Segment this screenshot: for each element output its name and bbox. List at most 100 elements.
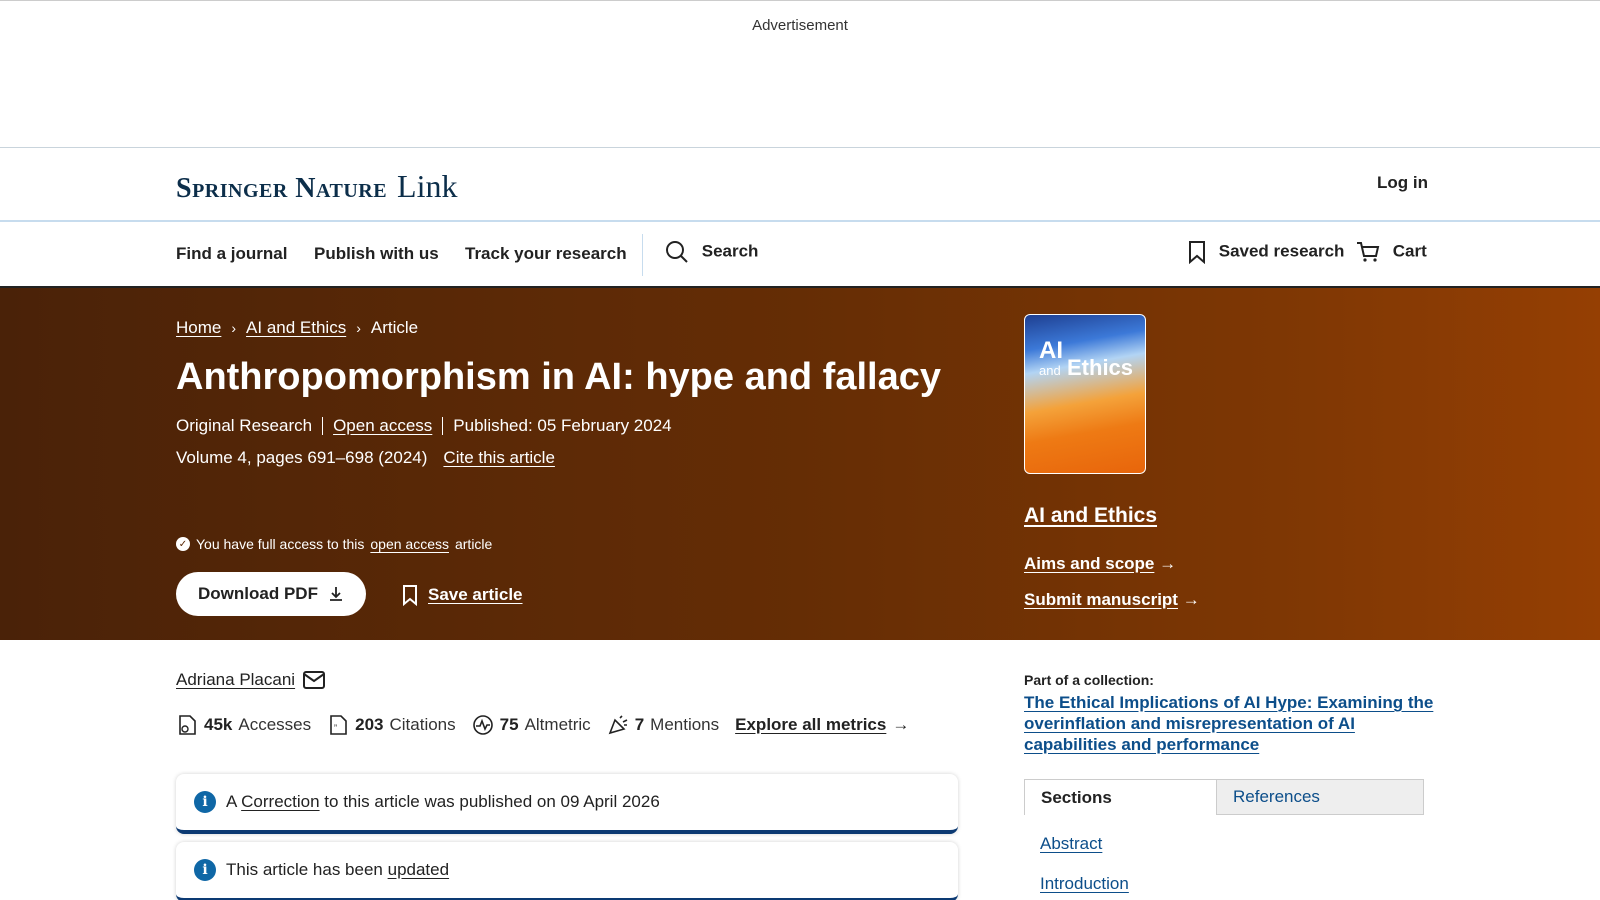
- correction-text: A Correction to this article was publish…: [226, 792, 660, 812]
- nav-search-label: Search: [701, 241, 759, 261]
- collection-label: Part of a collection:: [1024, 672, 1154, 688]
- nav-saved-research[interactable]: Saved research: [1188, 240, 1344, 264]
- download-pdf-button[interactable]: Download PDF: [176, 572, 366, 616]
- nav-find-journal[interactable]: Find a journal: [176, 244, 287, 264]
- tab-references[interactable]: References: [1216, 779, 1424, 815]
- metric-citations-value: 203: [355, 715, 384, 734]
- arrow-right-icon: →: [892, 715, 910, 734]
- metric-accesses-value: 45k: [204, 715, 233, 734]
- metric-altmetric: 75 Altmetric: [472, 714, 591, 736]
- nav-track-research[interactable]: Track your research: [465, 244, 627, 264]
- cart-icon: [1357, 242, 1380, 262]
- updated-link[interactable]: updated: [388, 860, 449, 879]
- login-link[interactable]: Log in: [1377, 173, 1428, 193]
- correction-link[interactable]: Correction: [241, 792, 319, 811]
- breadcrumb-current: Article: [370, 318, 419, 337]
- cover-title-ai: AI: [1039, 337, 1063, 364]
- metric-accesses: 45k Accesses: [176, 714, 311, 736]
- arrow-right-icon: →: [1182, 590, 1200, 609]
- bookmark-icon: [1189, 241, 1205, 264]
- cover-title-and: and: [1039, 363, 1061, 378]
- explore-metrics-link[interactable]: Explore all metrics →: [735, 715, 909, 735]
- journal-cover[interactable]: AI and Ethics: [1024, 314, 1146, 474]
- bookmark-icon: [403, 585, 417, 606]
- section-link-abstract[interactable]: Abstract: [1040, 834, 1102, 854]
- nav-cart-label: Cart: [1392, 241, 1427, 261]
- journal-name-link[interactable]: AI and Ethics: [1024, 504, 1157, 528]
- download-icon: [329, 587, 342, 601]
- section-link-introduction[interactable]: Introduction: [1040, 874, 1129, 894]
- main-nav: Find a journal Publish with us Track you…: [0, 222, 1600, 288]
- article-meta: Original Research Open access Published:…: [176, 416, 672, 436]
- updated-text: This article has been updated: [226, 860, 449, 880]
- submit-manuscript-label: Submit manuscript: [1024, 590, 1178, 609]
- article-hero: Home › AI and Ethics › Article Anthropom…: [0, 288, 1600, 640]
- article-type: Original Research: [176, 416, 313, 435]
- author-name-link[interactable]: Adriana Placani: [176, 670, 295, 690]
- metric-accesses-label: Accesses: [238, 715, 312, 734]
- published-date: Published: 05 February 2024: [453, 416, 672, 435]
- updated-notice: i This article has been updated: [176, 842, 958, 900]
- nav-publish[interactable]: Publish with us: [314, 244, 439, 264]
- arrow-right-icon: →: [1159, 554, 1177, 573]
- mentions-icon: [608, 715, 628, 735]
- chevron-right-icon: ›: [231, 320, 237, 336]
- altmetric-icon: [472, 715, 493, 735]
- updated-prefix: This article has been: [226, 860, 383, 879]
- correction-prefix: A: [226, 792, 237, 811]
- nav-divider: [642, 234, 643, 276]
- access-open-access-link[interactable]: open access: [370, 536, 449, 552]
- svg-text:”: ”: [334, 723, 337, 733]
- article-metrics: 45k Accesses ” 203 Citations 75 Altmetri…: [176, 714, 909, 736]
- author-row: Adriana Placani: [176, 670, 326, 690]
- advertisement-label: Advertisement: [752, 17, 848, 34]
- metric-mentions-value: 7: [634, 715, 645, 734]
- meta-divider: [322, 417, 324, 435]
- tab-sections[interactable]: Sections: [1024, 779, 1216, 815]
- access-prefix: You have full access to this: [196, 536, 365, 552]
- breadcrumb-journal[interactable]: AI and Ethics: [246, 318, 346, 338]
- citations-icon: ”: [330, 715, 347, 735]
- accesses-icon: [179, 715, 196, 735]
- metric-altmetric-value: 75: [499, 715, 519, 734]
- breadcrumb: Home › AI and Ethics › Article: [176, 318, 418, 338]
- access-suffix: article: [454, 536, 493, 552]
- metric-altmetric-label: Altmetric: [524, 715, 591, 734]
- info-icon: i: [194, 791, 216, 813]
- access-status: ✓ You have full access to this open acce…: [176, 536, 492, 552]
- aims-scope-label: Aims and scope: [1024, 554, 1155, 573]
- correction-notice: i A Correction to this article was publi…: [176, 774, 958, 834]
- nav-cart[interactable]: Cart: [1356, 240, 1427, 264]
- check-circle-icon: ✓: [176, 537, 190, 551]
- cover-title-ethics: Ethics: [1067, 355, 1134, 380]
- open-access-link[interactable]: Open access: [333, 416, 432, 436]
- advertisement-area: Advertisement: [0, 0, 1600, 148]
- save-article-label: Save article: [428, 585, 523, 604]
- springer-logo[interactable]: Springer Nature Link: [176, 168, 457, 205]
- nav-saved-label: Saved research: [1218, 241, 1345, 261]
- cite-article-link[interactable]: Cite this article: [443, 448, 554, 468]
- email-icon[interactable]: [303, 671, 326, 689]
- article-title: Anthropomorphism in AI: hype and fallacy: [176, 356, 941, 398]
- info-icon: i: [194, 859, 216, 881]
- search-icon: [666, 241, 688, 263]
- correction-rest: to this article was published on 09 Apri…: [324, 792, 660, 811]
- article-volume-row: Volume 4, pages 691–698 (2024) Cite this…: [176, 448, 555, 468]
- download-pdf-label: Download PDF: [198, 584, 318, 603]
- metric-citations-label: Citations: [389, 715, 456, 734]
- aims-scope-link[interactable]: Aims and scope →: [1024, 554, 1176, 574]
- metric-mentions-label: Mentions: [650, 715, 720, 734]
- sidebar-tabs: Sections References: [1024, 779, 1424, 815]
- article-volume: Volume 4, pages 691–698 (2024): [176, 448, 428, 467]
- breadcrumb-home[interactable]: Home: [176, 318, 221, 338]
- save-article-button[interactable]: Save article: [402, 584, 523, 606]
- nav-search[interactable]: Search: [665, 240, 758, 264]
- meta-divider: [442, 417, 444, 435]
- collection-link[interactable]: The Ethical Implications of AI Hype: Exa…: [1024, 692, 1434, 755]
- metric-citations: ” 203 Citations: [327, 714, 456, 736]
- metric-mentions: 7 Mentions: [607, 714, 719, 736]
- submit-manuscript-link[interactable]: Submit manuscript →: [1024, 590, 1200, 610]
- explore-metrics-label: Explore all metrics: [735, 715, 887, 734]
- logo-sub-text: Link: [397, 168, 458, 204]
- logo-main-text: Springer Nature: [176, 173, 388, 204]
